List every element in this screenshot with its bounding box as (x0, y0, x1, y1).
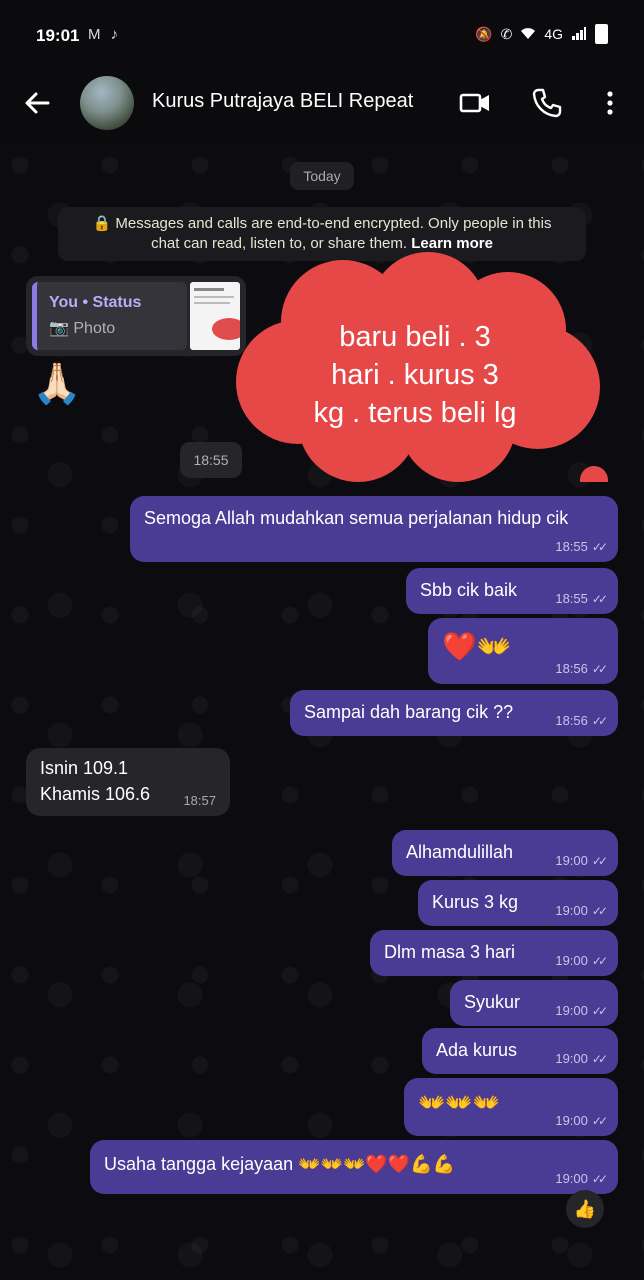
read-ticks-icon: ✓✓ (591, 1003, 608, 1018)
message-bubble[interactable]: Dlm masa 3 hari 19:00 ✓✓ (370, 930, 618, 976)
message-text: Alhamdulillah (406, 842, 514, 862)
message-time: 19:00 (555, 903, 588, 918)
learn-more-link[interactable]: Learn more (411, 235, 493, 252)
read-ticks-icon: ✓✓ (591, 953, 608, 968)
message-meta: 18:55 ✓✓ (555, 591, 608, 606)
message-bubble[interactable]: Ada kurus 19:00 ✓✓ (422, 1028, 618, 1074)
status-bar: 19:01 M ♪ 🔕 ✆ 4G (0, 0, 644, 70)
message-text: Khamis 106.6 (40, 784, 151, 804)
encryption-line-2: chat can read, listen to, or share them.… (58, 234, 586, 254)
pray-emoji: 🙏🏻 (32, 362, 82, 406)
message-meta: 19:00 ✓✓ (555, 1003, 608, 1018)
encryption-text: chat can read, listen to, or share them. (151, 235, 412, 252)
message-text: Kurus 3 kg (432, 892, 519, 912)
message-time: 18:56 (555, 661, 588, 676)
message-meta: 18:56 ✓✓ (555, 713, 608, 728)
thumbs-up-reaction-icon[interactable]: 👍 (566, 1190, 604, 1228)
video-call-icon[interactable] (458, 86, 492, 125)
message-bubble[interactable]: Usaha tangga kejayaan 👐👐👐❤️❤️💪💪 19:00 ✓✓ (90, 1140, 618, 1194)
message-meta: 19:00 ✓✓ (555, 903, 608, 918)
message-text: Syukur (464, 992, 521, 1012)
signal-icon (571, 26, 587, 43)
message-meta: 19:00 ✓✓ (555, 1171, 608, 1186)
contact-avatar[interactable] (80, 76, 134, 130)
message-time: 19:00 (555, 953, 588, 968)
message-time: 19:00 (555, 1003, 588, 1018)
read-ticks-icon: ✓✓ (591, 591, 608, 606)
thumb-line (194, 302, 230, 304)
read-ticks-icon: ✓✓ (591, 1113, 608, 1128)
more-vert-icon[interactable] (598, 86, 622, 125)
message-time: 18:55 (555, 591, 588, 606)
tiktok-icon: ♪ (110, 26, 119, 43)
message-bubble[interactable]: Sbb cik baik 18:55 ✓✓ (406, 568, 618, 614)
message-meta: 18:57 (183, 793, 216, 808)
message-bubble[interactable]: Kurus 3 kg 19:00 ✓✓ (418, 880, 618, 926)
message-time: 18:55 (555, 539, 588, 554)
quoted-status-type: 📷 Photo (49, 320, 116, 337)
message-bubble[interactable]: ❤️👐 18:56 ✓✓ (428, 618, 618, 684)
message-text: 👐👐👐 (418, 1090, 501, 1115)
message-bubble[interactable]: Isnin 109.1 Khamis 106.6 18:57 (26, 748, 230, 816)
chat-header: Kurus Putrajaya BELI Repeat (0, 70, 644, 145)
message-meta: 19:00 ✓✓ (555, 1051, 608, 1066)
chat-title[interactable]: Kurus Putrajaya BELI Repeat (152, 90, 413, 113)
message-meta: 18:56 ✓✓ (555, 661, 608, 676)
status-time: 19:01 (36, 26, 80, 45)
message-text: ❤️👐 (442, 631, 512, 662)
message-meta: 19:00 ✓✓ (555, 853, 608, 868)
quoted-status[interactable]: You • Status 📷 Photo (32, 282, 187, 350)
message-time: 19:00 (555, 853, 588, 868)
message-text: Sampai dah barang cik ?? (304, 702, 514, 722)
read-ticks-icon: ✓✓ (591, 713, 608, 728)
message-time: 19:00 (555, 1171, 588, 1186)
read-ticks-icon: ✓✓ (591, 903, 608, 918)
message-text: Ada kurus (436, 1040, 518, 1060)
wifi-call-icon: ✆ (500, 25, 513, 42)
date-chip: Today (290, 162, 354, 190)
status-right-icons: 🔕 ✆ 4G (475, 24, 608, 44)
network-type: 4G (544, 26, 563, 42)
message-text: Dlm masa 3 hari (384, 942, 516, 962)
notification-icons: M ♪ (88, 26, 118, 43)
message-text: Isnin 109.1 (40, 758, 129, 778)
message-time: 18:56 (555, 713, 588, 728)
message-time: 19:00 (555, 1051, 588, 1066)
message-bubble[interactable]: Alhamdulillah 19:00 ✓✓ (392, 830, 618, 876)
message-meta: 19:00 ✓✓ (555, 1113, 608, 1128)
annotation-text: baru beli . 3 hari . kurus 3 kg . terus … (313, 321, 517, 429)
message-meta: 19:00 ✓✓ (555, 953, 608, 968)
message-time: 19:00 (555, 1113, 588, 1128)
read-ticks-icon: ✓✓ (591, 661, 608, 676)
message-bubble[interactable]: Syukur 19:00 ✓✓ (450, 980, 618, 1026)
gmail-icon: M (88, 26, 101, 43)
read-ticks-icon: ✓✓ (591, 1171, 608, 1186)
message-bubble[interactable]: Semoga Allah mudahkan semua perjalanan h… (130, 496, 618, 562)
status-reply-bubble[interactable]: You • Status 📷 Photo (26, 276, 246, 356)
read-ticks-icon: ✓✓ (591, 1051, 608, 1066)
message-time: 18:57 (183, 793, 216, 808)
thumb-line (194, 288, 224, 291)
phone-icon[interactable] (530, 86, 564, 125)
message-text: Usaha tangga kejayaan 👐👐👐❤️❤️💪💪 (104, 1154, 456, 1174)
mute-icon: 🔕 (475, 25, 493, 42)
wifi-icon (520, 26, 536, 43)
encryption-line-1: 🔒 Messages and calls are end-to-end encr… (92, 215, 552, 232)
quoted-status-from: You • Status (49, 294, 142, 311)
read-ticks-icon: ✓✓ (591, 853, 608, 868)
back-arrow-icon[interactable] (20, 86, 54, 120)
message-text: Sbb cik baik (420, 580, 518, 600)
message-meta: 18:55 ✓✓ (555, 539, 608, 554)
read-ticks-icon: ✓✓ (591, 539, 608, 554)
message-bubble[interactable]: 👐👐👐 19:00 ✓✓ (404, 1078, 618, 1136)
battery-icon (595, 24, 608, 44)
message-text: Semoga Allah mudahkan semua perjalanan h… (144, 508, 569, 528)
message-bubble[interactable]: Sampai dah barang cik ?? 18:56 ✓✓ (290, 690, 618, 736)
